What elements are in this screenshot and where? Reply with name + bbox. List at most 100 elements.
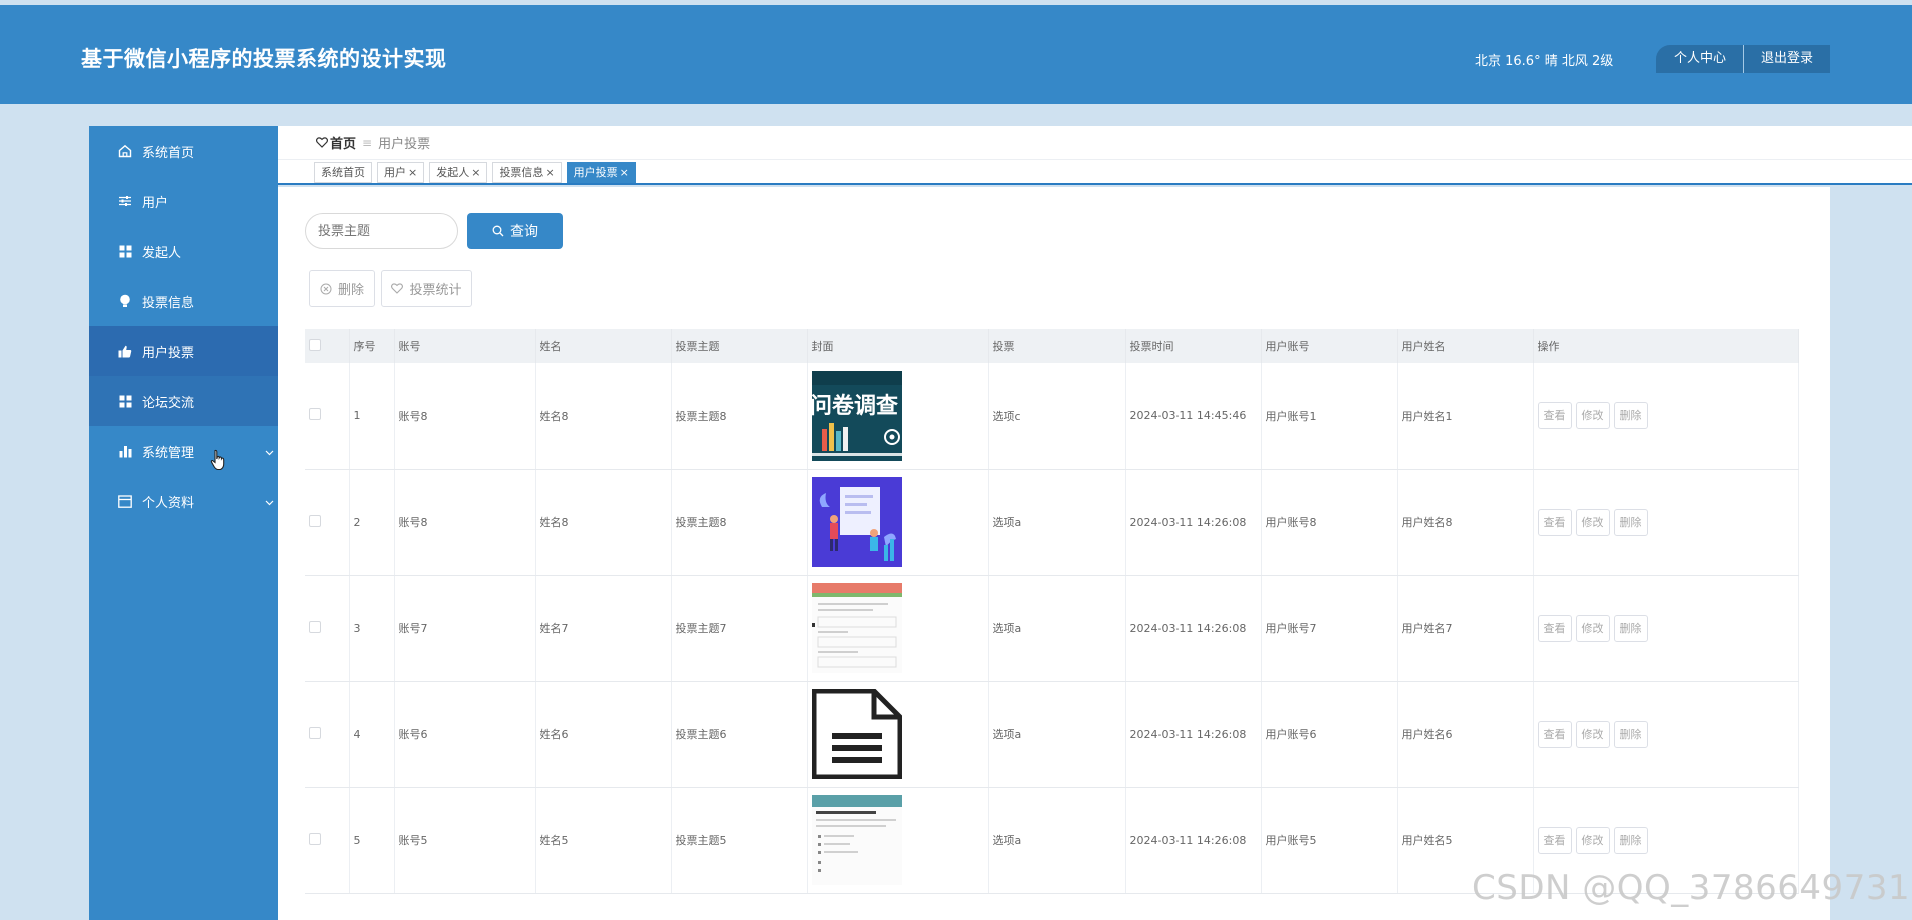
row-delete-button[interactable]: 删除 [1613,402,1648,430]
cell-time: 2024-03-11 14:26:08 [1125,575,1262,682]
sidebar-item-user-vote[interactable]: 用户投票 [89,326,278,376]
row-delete-button[interactable]: 删除 [1613,826,1648,854]
bar-chart-icon [118,444,132,458]
row-delete-button[interactable]: 删除 [1613,720,1648,748]
close-icon[interactable]: × [620,166,629,179]
tag-initiator[interactable]: 发起人 × [429,162,488,183]
heart-icon [391,283,404,294]
row-select-cell[interactable] [305,681,350,788]
sidebar-item-label: 系统管理 [142,445,195,461]
sidebar-item-label: 用户投票 [142,345,195,361]
row-select-cell[interactable] [305,575,350,682]
query-button[interactable]: 查询 [467,213,563,249]
delete-button[interactable]: 删除 [309,270,375,307]
cell-name: 姓名8 [535,363,672,470]
row-checkbox[interactable] [309,726,321,739]
cell-topic: 投票主题7 [671,575,808,682]
table-row: 1 账号8 姓名8 投票主题8 问卷调查 选项c 2024-03-11 14:4… [305,363,1799,470]
cover-image [811,477,902,567]
edit-button[interactable]: 修改 [1575,614,1610,642]
edit-button[interactable]: 修改 [1575,720,1610,748]
sidebar: 系统首页 用户 发起人 投票信息 用户投票 论坛交流 系统管理 个人资料 [89,126,278,920]
sidebar-item-profile[interactable]: 个人资料 [89,476,278,526]
row-checkbox[interactable] [309,620,321,633]
vote-stats-button[interactable]: 投票统计 [381,270,472,307]
cell-no: 5 [349,787,395,894]
sidebar-item-label: 投票信息 [142,295,195,311]
edit-button[interactable]: 修改 [1575,402,1610,430]
row-select-cell[interactable] [305,363,350,470]
breadcrumb-home[interactable]: 首页 [316,133,356,152]
sidebar-item-forum[interactable]: 论坛交流 [89,376,278,471]
cell-time: 2024-03-11 14:45:46 [1125,363,1262,470]
row-checkbox[interactable] [309,514,321,527]
sidebar-item-users[interactable]: 用户 [89,176,278,226]
view-button[interactable]: 查看 [1537,614,1572,642]
edit-button[interactable]: 修改 [1575,826,1610,854]
cell-actions: 查看 修改 删除 [1533,363,1799,470]
select-all-cell[interactable] [305,329,350,363]
cell-user-name: 用户姓名7 [1397,575,1534,682]
cell-no: 4 [349,681,395,788]
personal-center-button[interactable]: 个人中心 [1656,45,1744,73]
logout-button[interactable]: 退出登录 [1744,45,1831,73]
column-header: 封面 [807,329,989,363]
bulb-icon [118,294,132,308]
row-checkbox[interactable] [309,832,321,845]
sidebar-item-vote-info[interactable]: 投票信息 [89,276,278,326]
cell-user-account: 用户账号7 [1261,575,1398,682]
tag-label: 投票信息 [499,166,544,179]
sidebar-item-initiator[interactable]: 发起人 [89,226,278,276]
sidebar-item-home[interactable]: 系统首页 [89,126,278,176]
breadcrumb-divider: ≡ [362,135,373,150]
cell-actions: 查看 修改 删除 [1533,575,1799,682]
row-select-cell[interactable] [305,469,350,576]
column-header: 投票主题 [671,329,808,363]
cell-vote: 选项a [988,469,1126,576]
tag-label: 系统首页 [321,166,365,179]
select-all-checkbox[interactable] [309,338,321,351]
tag-users[interactable]: 用户 × [377,162,425,183]
cell-account: 账号8 [394,469,536,576]
tag-system-home[interactable]: 系统首页 [314,162,372,183]
row-checkbox[interactable] [309,408,321,421]
tag-user-vote[interactable]: 用户投票 × [566,162,636,183]
cell-no: 3 [349,575,395,682]
sliders-icon [118,194,132,208]
cell-time: 2024-03-11 14:26:08 [1125,469,1262,576]
edit-button[interactable]: 修改 [1575,508,1610,536]
close-icon[interactable]: × [408,166,417,179]
cell-time: 2024-03-11 14:26:08 [1125,681,1262,788]
search-input[interactable] [305,213,458,249]
app-title: 基于微信小程序的投票系统的设计实现 [81,47,447,71]
cell-vote: 选项a [988,575,1126,682]
cell-name: 姓名8 [535,469,672,576]
chevron-down-icon [265,445,274,460]
row-select-cell[interactable] [305,787,350,894]
tag-label: 发起人 [436,166,470,179]
cell-account: 账号5 [394,787,536,894]
sidebar-item-system-admin[interactable]: 系统管理 [89,426,278,476]
delete-button-label: 删除 [337,283,364,298]
cell-user-account: 用户账号1 [1261,363,1398,470]
cell-cover: 问卷调查 [807,363,989,470]
cell-actions: 查看 修改 删除 [1533,681,1799,788]
watermark: CSDN @QQ_3786649731 [1472,868,1911,908]
view-button[interactable]: 查看 [1537,826,1572,854]
weather-info: 北京 16.6° 晴 北风 2级 [1475,54,1614,69]
close-icon[interactable]: × [545,166,554,179]
cell-account: 账号7 [394,575,536,682]
header-button-divider [1743,45,1745,73]
tag-label: 用户投票 [573,166,618,179]
view-button[interactable]: 查看 [1537,720,1572,748]
breadcrumb-bar: 首页 ≡ 用户投票 [278,126,1912,160]
tag-vote-info[interactable]: 投票信息 × [492,162,562,183]
view-button[interactable]: 查看 [1537,402,1572,430]
tag-label: 用户 [384,166,406,179]
close-icon[interactable]: × [471,166,480,179]
row-delete-button[interactable]: 删除 [1613,614,1648,642]
row-delete-button[interactable]: 删除 [1613,508,1648,536]
calendar-icon [118,494,132,508]
view-button[interactable]: 查看 [1537,508,1572,536]
cell-vote: 选项a [988,787,1126,894]
